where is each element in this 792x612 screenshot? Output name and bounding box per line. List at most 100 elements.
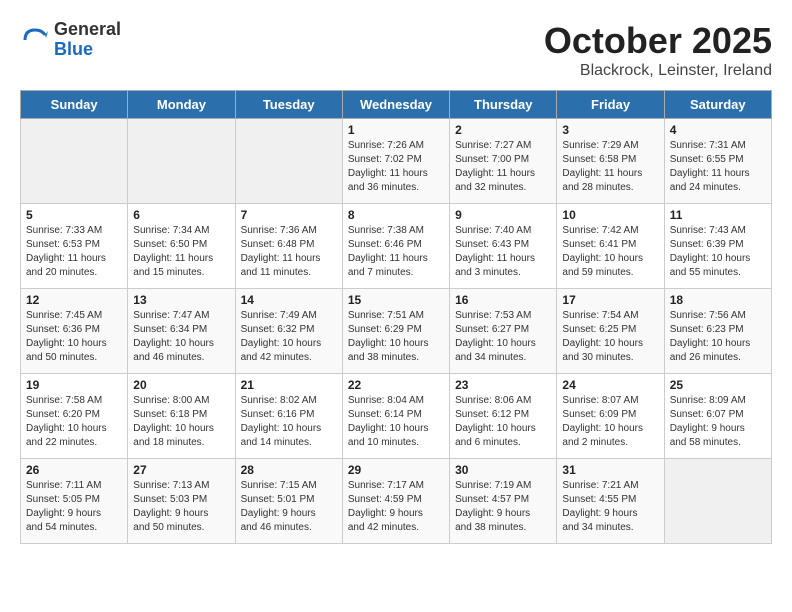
day-info: Sunrise: 7:49 AM Sunset: 6:32 PM Dayligh… [241, 309, 337, 365]
calendar-cell: 29 Sunrise: 7:17 AM Sunset: 4:59 PM Dayli… [342, 459, 449, 544]
calendar-cell: 17 Sunrise: 7:54 AM Sunset: 6:25 PM Dayli… [557, 289, 664, 374]
day-info: Sunrise: 8:07 AM Sunset: 6:09 PM Dayligh… [562, 394, 658, 450]
day-number: 28 [241, 463, 337, 477]
calendar-cell: 7 Sunrise: 7:36 AM Sunset: 6:48 PM Daylig… [235, 204, 342, 289]
day-number: 27 [133, 463, 229, 477]
calendar-cell: 3Sunrise: 7:29 AM Sunset: 6:58 PM Daylig… [557, 119, 664, 204]
day-number: 21 [241, 378, 337, 392]
calendar-cell: 15 Sunrise: 7:51 AM Sunset: 6:29 PM Dayli… [342, 289, 449, 374]
col-tuesday: Tuesday [235, 91, 342, 119]
header-row: Sunday Monday Tuesday Wednesday Thursday… [21, 91, 772, 119]
day-info: Sunrise: 8:04 AM Sunset: 6:14 PM Dayligh… [348, 394, 444, 450]
day-info: Sunrise: 7:19 AM Sunset: 4:57 PM Dayligh… [455, 479, 551, 535]
day-number: 1 [348, 123, 444, 137]
title-block: October 2025 Blackrock, Leinster, Irelan… [544, 20, 772, 80]
page-header: General Blue October 2025 Blackrock, Lei… [20, 20, 772, 80]
calendar-cell: 5 Sunrise: 7:33 AM Sunset: 6:53 PM Daylig… [21, 204, 128, 289]
day-info: Sunrise: 7:40 AM Sunset: 6:43 PM Dayligh… [455, 224, 551, 280]
calendar-cell: 1 Sunrise: 7:26 AM Sunset: 7:02 PM Daylig… [342, 119, 449, 204]
calendar-cell: 31 Sunrise: 7:21 AM Sunset: 4:55 PM Dayli… [557, 459, 664, 544]
day-info: Sunrise: 7:17 AM Sunset: 4:59 PM Dayligh… [348, 479, 444, 535]
calendar-row-3: 19Sunrise: 7:58 AM Sunset: 6:20 PM Dayli… [21, 374, 772, 459]
day-number: 18 [670, 293, 766, 307]
day-number: 26 [26, 463, 122, 477]
day-info: Sunrise: 7:43 AM Sunset: 6:39 PM Dayligh… [670, 224, 766, 280]
calendar-table: Sunday Monday Tuesday Wednesday Thursday… [20, 90, 772, 544]
day-number: 31 [562, 463, 658, 477]
calendar-cell: 2 Sunrise: 7:27 AM Sunset: 7:00 PM Daylig… [450, 119, 557, 204]
day-info: Sunrise: 8:02 AM Sunset: 6:16 PM Dayligh… [241, 394, 337, 450]
month-title: October 2025 [544, 20, 772, 62]
calendar-cell: 27Sunrise: 7:13 AM Sunset: 5:03 PM Dayli… [128, 459, 235, 544]
calendar-cell: 24 Sunrise: 8:07 AM Sunset: 6:09 PM Dayli… [557, 374, 664, 459]
calendar-row-1: 5 Sunrise: 7:33 AM Sunset: 6:53 PM Daylig… [21, 204, 772, 289]
day-number: 4 [670, 123, 766, 137]
day-number: 12 [26, 293, 122, 307]
calendar-cell: 21 Sunrise: 8:02 AM Sunset: 6:16 PM Dayli… [235, 374, 342, 459]
logo: General Blue [20, 20, 121, 60]
logo-blue: Blue [54, 40, 121, 60]
calendar-cell: 20 Sunrise: 8:00 AM Sunset: 6:18 PM Dayli… [128, 374, 235, 459]
day-number: 23 [455, 378, 551, 392]
day-number: 17 [562, 293, 658, 307]
calendar-cell: 11 Sunrise: 7:43 AM Sunset: 6:39 PM Dayli… [664, 204, 771, 289]
day-info: Sunrise: 7:11 AM Sunset: 5:05 PM Dayligh… [26, 479, 122, 535]
day-number: 5 [26, 208, 122, 222]
day-info: Sunrise: 7:26 AM Sunset: 7:02 PM Dayligh… [348, 139, 444, 195]
day-number: 9 [455, 208, 551, 222]
day-info: Sunrise: 8:00 AM Sunset: 6:18 PM Dayligh… [133, 394, 229, 450]
calendar-cell: 25 Sunrise: 8:09 AM Sunset: 6:07 PM Dayli… [664, 374, 771, 459]
day-number: 25 [670, 378, 766, 392]
col-thursday: Thursday [450, 91, 557, 119]
day-number: 8 [348, 208, 444, 222]
day-info: Sunrise: 7:33 AM Sunset: 6:53 PM Dayligh… [26, 224, 122, 280]
day-number: 20 [133, 378, 229, 392]
day-info: Sunrise: 7:51 AM Sunset: 6:29 PM Dayligh… [348, 309, 444, 365]
calendar-cell: 14Sunrise: 7:49 AM Sunset: 6:32 PM Dayli… [235, 289, 342, 374]
day-number: 2 [455, 123, 551, 137]
day-number: 29 [348, 463, 444, 477]
day-info: Sunrise: 7:54 AM Sunset: 6:25 PM Dayligh… [562, 309, 658, 365]
calendar-cell: 16Sunrise: 7:53 AM Sunset: 6:27 PM Dayli… [450, 289, 557, 374]
calendar-cell: 22Sunrise: 8:04 AM Sunset: 6:14 PM Dayli… [342, 374, 449, 459]
day-info: Sunrise: 7:31 AM Sunset: 6:55 PM Dayligh… [670, 139, 766, 195]
calendar-cell: 28Sunrise: 7:15 AM Sunset: 5:01 PM Dayli… [235, 459, 342, 544]
col-monday: Monday [128, 91, 235, 119]
calendar-cell: 19Sunrise: 7:58 AM Sunset: 6:20 PM Dayli… [21, 374, 128, 459]
calendar-cell: 26 Sunrise: 7:11 AM Sunset: 5:05 PM Dayli… [21, 459, 128, 544]
day-number: 11 [670, 208, 766, 222]
day-info: Sunrise: 7:34 AM Sunset: 6:50 PM Dayligh… [133, 224, 229, 280]
day-info: Sunrise: 8:09 AM Sunset: 6:07 PM Dayligh… [670, 394, 766, 450]
day-info: Sunrise: 7:42 AM Sunset: 6:41 PM Dayligh… [562, 224, 658, 280]
day-number: 6 [133, 208, 229, 222]
day-info: Sunrise: 7:27 AM Sunset: 7:00 PM Dayligh… [455, 139, 551, 195]
calendar-cell [235, 119, 342, 204]
day-info: Sunrise: 7:56 AM Sunset: 6:23 PM Dayligh… [670, 309, 766, 365]
col-wednesday: Wednesday [342, 91, 449, 119]
col-friday: Friday [557, 91, 664, 119]
day-info: Sunrise: 7:47 AM Sunset: 6:34 PM Dayligh… [133, 309, 229, 365]
logo-text: General Blue [54, 20, 121, 60]
day-info: Sunrise: 7:29 AM Sunset: 6:58 PM Dayligh… [562, 139, 658, 195]
day-info: Sunrise: 7:38 AM Sunset: 6:46 PM Dayligh… [348, 224, 444, 280]
calendar-cell: 10Sunrise: 7:42 AM Sunset: 6:41 PM Dayli… [557, 204, 664, 289]
col-sunday: Sunday [21, 91, 128, 119]
calendar-cell: 6 Sunrise: 7:34 AM Sunset: 6:50 PM Daylig… [128, 204, 235, 289]
calendar-cell [21, 119, 128, 204]
day-number: 24 [562, 378, 658, 392]
calendar-cell: 18 Sunrise: 7:56 AM Sunset: 6:23 PM Dayli… [664, 289, 771, 374]
day-number: 7 [241, 208, 337, 222]
day-info: Sunrise: 7:53 AM Sunset: 6:27 PM Dayligh… [455, 309, 551, 365]
calendar-cell [664, 459, 771, 544]
calendar-cell [128, 119, 235, 204]
day-info: Sunrise: 7:21 AM Sunset: 4:55 PM Dayligh… [562, 479, 658, 535]
day-info: Sunrise: 7:45 AM Sunset: 6:36 PM Dayligh… [26, 309, 122, 365]
day-number: 30 [455, 463, 551, 477]
day-info: Sunrise: 7:36 AM Sunset: 6:48 PM Dayligh… [241, 224, 337, 280]
calendar-cell: 23Sunrise: 8:06 AM Sunset: 6:12 PM Dayli… [450, 374, 557, 459]
logo-icon [20, 25, 50, 55]
calendar-row-4: 26 Sunrise: 7:11 AM Sunset: 5:05 PM Dayli… [21, 459, 772, 544]
location-subtitle: Blackrock, Leinster, Ireland [544, 62, 772, 80]
logo-general: General [54, 20, 121, 40]
day-number: 15 [348, 293, 444, 307]
